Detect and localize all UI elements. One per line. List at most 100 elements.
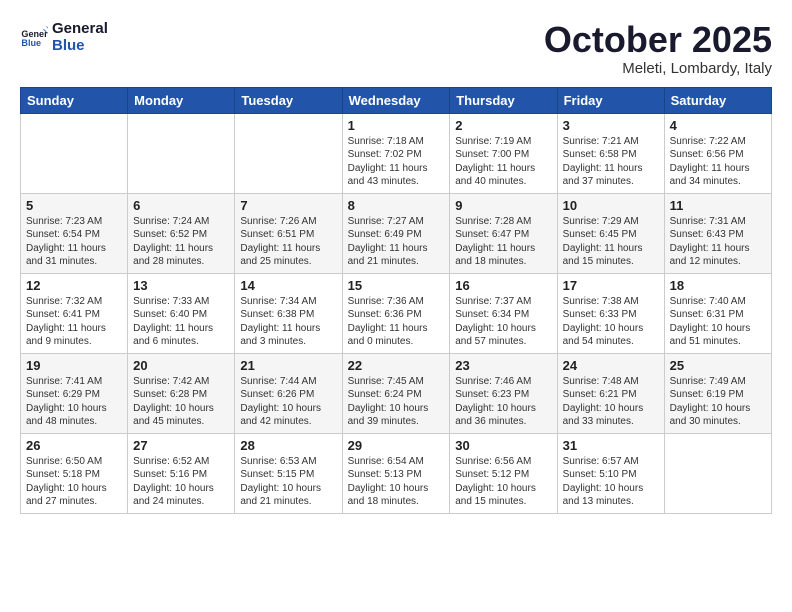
calendar-cell [664, 433, 771, 513]
day-info: Sunrise: 7:44 AM Sunset: 6:26 PM Dayligh… [240, 375, 336, 429]
calendar-cell: 27 Sunrise: 6:52 AM Sunset: 5:16 PM Dayli… [128, 433, 235, 513]
day-info: Sunrise: 7:28 AM Sunset: 6:47 PM Dayligh… [455, 215, 551, 269]
calendar-cell: 30 Sunrise: 6:56 AM Sunset: 5:12 PM Dayli… [450, 433, 557, 513]
calendar-cell: 5Sunrise: 7:23 AM Sunset: 6:54 PM Daylig… [21, 193, 128, 273]
day-info: Sunrise: 7:19 AM Sunset: 7:00 PM Dayligh… [455, 135, 551, 189]
calendar-cell: 3 Sunrise: 7:21 AM Sunset: 6:58 PM Daylig… [557, 113, 664, 193]
calendar-cell: 24 Sunrise: 7:48 AM Sunset: 6:21 PM Dayli… [557, 353, 664, 433]
day-info: Sunrise: 6:56 AM Sunset: 5:12 PM Dayligh… [455, 455, 551, 509]
calendar-cell: 9 Sunrise: 7:28 AM Sunset: 6:47 PM Daylig… [450, 193, 557, 273]
day-info: Sunrise: 7:27 AM Sunset: 6:49 PM Dayligh… [348, 215, 445, 269]
day-number: 8 [348, 198, 445, 213]
day-number: 27 [133, 438, 229, 453]
calendar-cell: 10 Sunrise: 7:29 AM Sunset: 6:45 PM Dayli… [557, 193, 664, 273]
logo: General Blue General Blue [20, 20, 108, 54]
day-number: 24 [563, 358, 659, 373]
day-number: 18 [670, 278, 766, 293]
day-number: 25 [670, 358, 766, 373]
day-info: Sunrise: 7:24 AM Sunset: 6:52 PM Dayligh… [133, 215, 229, 269]
weekday-header-saturday: Saturday [664, 87, 771, 113]
calendar-week-row: 12 Sunrise: 7:32 AM Sunset: 6:41 PM Dayli… [21, 273, 772, 353]
day-number: 13 [133, 278, 229, 293]
calendar-cell [128, 113, 235, 193]
location: Meleti, Lombardy, Italy [544, 60, 772, 77]
logo-general: General [52, 20, 108, 37]
calendar-cell: 14Sunrise: 7:34 AM Sunset: 6:38 PM Dayli… [235, 273, 342, 353]
day-info: Sunrise: 7:38 AM Sunset: 6:33 PM Dayligh… [563, 295, 659, 349]
calendar-cell: 26Sunrise: 6:50 AM Sunset: 5:18 PM Dayli… [21, 433, 128, 513]
calendar-cell: 12 Sunrise: 7:32 AM Sunset: 6:41 PM Dayli… [21, 273, 128, 353]
calendar-cell: 25 Sunrise: 7:49 AM Sunset: 6:19 PM Dayli… [664, 353, 771, 433]
day-info: Sunrise: 7:33 AM Sunset: 6:40 PM Dayligh… [133, 295, 229, 349]
calendar-cell: 22Sunrise: 7:45 AM Sunset: 6:24 PM Dayli… [342, 353, 450, 433]
day-number: 29 [348, 438, 445, 453]
day-info: Sunrise: 7:29 AM Sunset: 6:45 PM Dayligh… [563, 215, 659, 269]
day-info: Sunrise: 7:37 AM Sunset: 6:34 PM Dayligh… [455, 295, 551, 349]
calendar-week-row: 5Sunrise: 7:23 AM Sunset: 6:54 PM Daylig… [21, 193, 772, 273]
day-info: Sunrise: 7:41 AM Sunset: 6:29 PM Dayligh… [26, 375, 122, 429]
weekday-header-tuesday: Tuesday [235, 87, 342, 113]
day-number: 4 [670, 118, 766, 133]
weekday-header-friday: Friday [557, 87, 664, 113]
day-number: 10 [563, 198, 659, 213]
day-number: 3 [563, 118, 659, 133]
svg-text:Blue: Blue [21, 38, 41, 48]
day-info: Sunrise: 7:49 AM Sunset: 6:19 PM Dayligh… [670, 375, 766, 429]
calendar-cell: 15Sunrise: 7:36 AM Sunset: 6:36 PM Dayli… [342, 273, 450, 353]
day-number: 17 [563, 278, 659, 293]
calendar-cell: 17 Sunrise: 7:38 AM Sunset: 6:33 PM Dayli… [557, 273, 664, 353]
day-number: 2 [455, 118, 551, 133]
day-number: 31 [563, 438, 659, 453]
day-number: 14 [240, 278, 336, 293]
day-number: 20 [133, 358, 229, 373]
day-number: 16 [455, 278, 551, 293]
calendar-cell: 29 Sunrise: 6:54 AM Sunset: 5:13 PM Dayli… [342, 433, 450, 513]
day-number: 26 [26, 438, 122, 453]
day-info: Sunrise: 7:21 AM Sunset: 6:58 PM Dayligh… [563, 135, 659, 189]
day-info: Sunrise: 6:54 AM Sunset: 5:13 PM Dayligh… [348, 455, 445, 509]
day-info: Sunrise: 7:23 AM Sunset: 6:54 PM Dayligh… [26, 215, 122, 269]
title-block: October 2025 Meleti, Lombardy, Italy [544, 20, 772, 77]
day-info: Sunrise: 7:22 AM Sunset: 6:56 PM Dayligh… [670, 135, 766, 189]
month-title: October 2025 [544, 20, 772, 60]
day-info: Sunrise: 7:18 AM Sunset: 7:02 PM Dayligh… [348, 135, 445, 189]
day-info: Sunrise: 6:52 AM Sunset: 5:16 PM Dayligh… [133, 455, 229, 509]
day-number: 7 [240, 198, 336, 213]
day-number: 9 [455, 198, 551, 213]
day-info: Sunrise: 7:26 AM Sunset: 6:51 PM Dayligh… [240, 215, 336, 269]
day-number: 30 [455, 438, 551, 453]
day-info: Sunrise: 7:32 AM Sunset: 6:41 PM Dayligh… [26, 295, 122, 349]
day-number: 1 [348, 118, 445, 133]
calendar-cell [21, 113, 128, 193]
day-info: Sunrise: 6:57 AM Sunset: 5:10 PM Dayligh… [563, 455, 659, 509]
day-number: 19 [26, 358, 122, 373]
logo-blue: Blue [52, 37, 108, 54]
calendar-cell: 21 Sunrise: 7:44 AM Sunset: 6:26 PM Dayli… [235, 353, 342, 433]
calendar-week-row: 19 Sunrise: 7:41 AM Sunset: 6:29 PM Dayli… [21, 353, 772, 433]
day-number: 6 [133, 198, 229, 213]
day-info: Sunrise: 6:53 AM Sunset: 5:15 PM Dayligh… [240, 455, 336, 509]
day-number: 15 [348, 278, 445, 293]
calendar-cell: 18Sunrise: 7:40 AM Sunset: 6:31 PM Dayli… [664, 273, 771, 353]
calendar-cell: 20 Sunrise: 7:42 AM Sunset: 6:28 PM Dayli… [128, 353, 235, 433]
day-number: 23 [455, 358, 551, 373]
page-header: General Blue General Blue October 2025 M… [20, 20, 772, 77]
day-info: Sunrise: 7:31 AM Sunset: 6:43 PM Dayligh… [670, 215, 766, 269]
calendar-cell: 4 Sunrise: 7:22 AM Sunset: 6:56 PM Daylig… [664, 113, 771, 193]
day-info: Sunrise: 7:42 AM Sunset: 6:28 PM Dayligh… [133, 375, 229, 429]
day-number: 11 [670, 198, 766, 213]
calendar-cell [235, 113, 342, 193]
day-number: 22 [348, 358, 445, 373]
weekday-header-row: SundayMondayTuesdayWednesdayThursdayFrid… [21, 87, 772, 113]
calendar-cell: 11 Sunrise: 7:31 AM Sunset: 6:43 PM Dayli… [664, 193, 771, 273]
day-info: Sunrise: 7:48 AM Sunset: 6:21 PM Dayligh… [563, 375, 659, 429]
day-number: 28 [240, 438, 336, 453]
weekday-header-sunday: Sunday [21, 87, 128, 113]
day-info: Sunrise: 7:46 AM Sunset: 6:23 PM Dayligh… [455, 375, 551, 429]
calendar-cell: 19 Sunrise: 7:41 AM Sunset: 6:29 PM Dayli… [21, 353, 128, 433]
day-number: 12 [26, 278, 122, 293]
calendar-cell: 28 Sunrise: 6:53 AM Sunset: 5:15 PM Dayli… [235, 433, 342, 513]
calendar-cell: 2 Sunrise: 7:19 AM Sunset: 7:00 PM Daylig… [450, 113, 557, 193]
calendar-cell: 31 Sunrise: 6:57 AM Sunset: 5:10 PM Dayli… [557, 433, 664, 513]
day-number: 21 [240, 358, 336, 373]
